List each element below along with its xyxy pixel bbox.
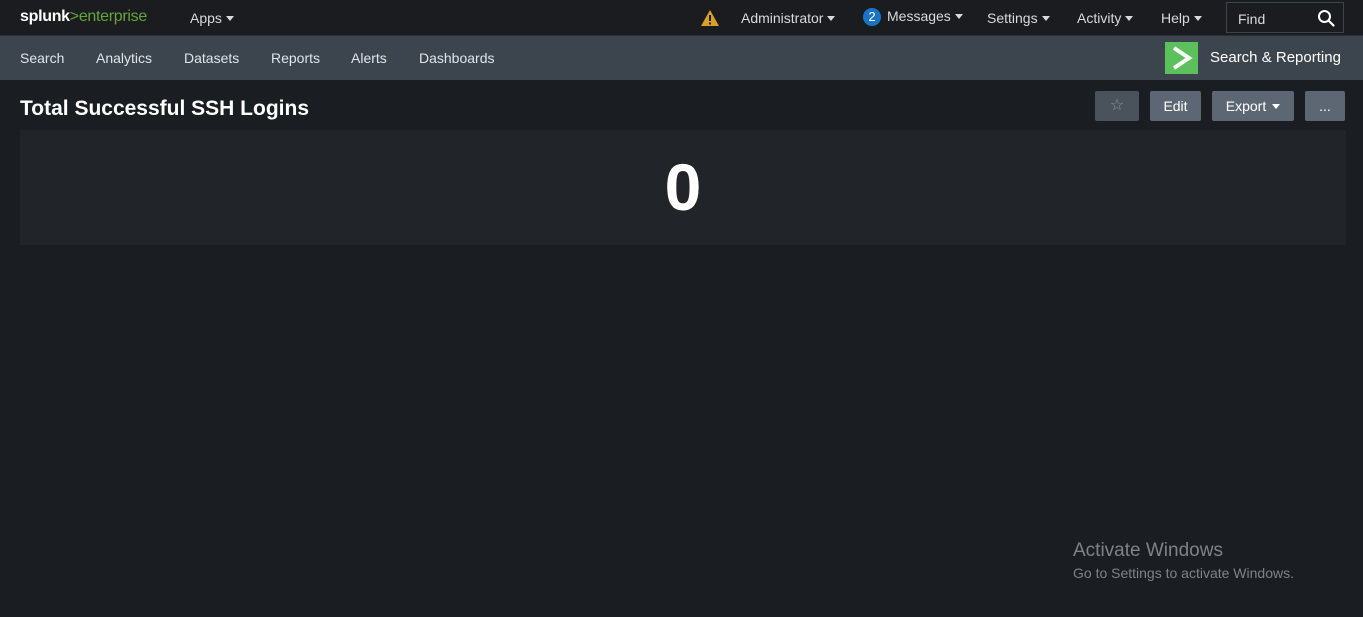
edit-button[interactable]: Edit [1150,91,1201,121]
dashboard-title: Total Successful SSH Logins [20,97,309,120]
activity-label: Activity [1077,10,1122,26]
apps-label: Apps [190,10,222,26]
activity-menu[interactable]: Activity [1077,10,1134,26]
export-label: Export [1225,98,1267,114]
administrator-menu[interactable]: Administrator [741,10,836,26]
help-menu[interactable]: Help [1161,10,1202,26]
caret-down-icon [1125,15,1134,21]
settings-menu[interactable]: Settings [987,10,1050,26]
caret-down-icon [827,15,836,21]
nav-dashboards[interactable]: Dashboards [419,50,495,66]
single-value[interactable]: 0 [20,152,1346,222]
nav-datasets[interactable]: Datasets [184,50,239,66]
nav-search[interactable]: Search [20,50,64,66]
messages-menu[interactable]: 2 Messages [863,8,963,26]
apps-menu[interactable]: Apps [190,10,234,26]
caret-down-icon [954,13,963,19]
search-icon[interactable] [1317,9,1335,27]
app-icon[interactable] [1165,42,1198,74]
splunk-logo[interactable]: splunk>enterprise [20,8,147,26]
settings-label: Settings [987,10,1038,26]
nav-analytics[interactable]: Analytics [96,50,152,66]
messages-label: Messages [887,8,951,24]
activation-watermark-title: Activate Windows [1073,540,1223,561]
single-value-panel: 0 [20,130,1346,245]
caret-down-icon [225,15,234,21]
administrator-label: Administrator [741,10,824,26]
star-icon: ☆ [1109,97,1125,114]
nav-reports[interactable]: Reports [271,50,320,66]
warning-icon[interactable] [700,9,720,27]
activation-watermark-subtitle: Go to Settings to activate Windows. [1073,565,1294,581]
caret-down-icon [1041,15,1050,21]
messages-count-badge: 2 [863,8,881,26]
nav-alerts[interactable]: Alerts [351,50,387,66]
logo-main-text: splunk [20,8,70,25]
app-nav-bar: Search Analytics Datasets Reports Alerts… [0,36,1363,80]
caret-down-icon [1272,103,1281,109]
export-button[interactable]: Export [1212,91,1294,121]
help-label: Help [1161,10,1190,26]
app-title[interactable]: Search & Reporting [1210,49,1341,66]
logo-separator: > [69,8,79,25]
more-actions-button[interactable]: ... [1305,91,1345,121]
find-placeholder: Find [1238,11,1266,27]
chevron-right-icon [1172,46,1193,70]
favorite-button[interactable]: ☆ [1095,91,1139,121]
logo-sub-text: enterprise [78,8,147,25]
caret-down-icon [1193,15,1202,21]
find-input[interactable]: Find [1226,2,1344,33]
top-bar: splunk>enterprise Apps Administrator 2 Me… [0,0,1363,36]
